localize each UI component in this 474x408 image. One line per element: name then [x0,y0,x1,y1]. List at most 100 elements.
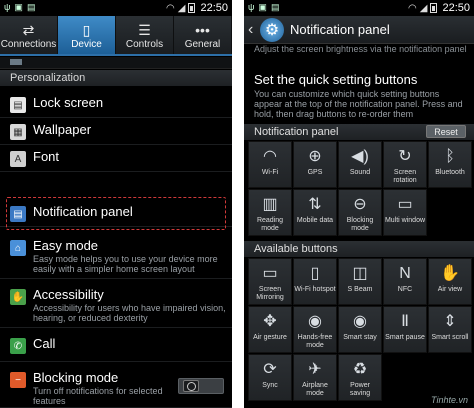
reset-button[interactable]: Reset [426,125,466,138]
quick-button-reading-mode[interactable]: ▥ Reading mode [248,189,292,236]
sync-icon: ⟳ [263,361,277,378]
status-notification-icons: ψ ▣ ▤ [248,2,279,13]
quick-button-label: Mobile data [296,217,334,224]
quick-button-airplane-mode[interactable]: ✈ Airplane mode [293,354,337,401]
quick-button-mobile-data[interactable]: ⇅ Mobile data [293,189,337,236]
gps-icon: ⊕ [308,148,322,165]
available-group-header: Available buttons [244,241,474,257]
image-icon: ▣ [14,2,23,12]
quick-button-nfc[interactable]: N NFC [383,258,427,305]
quick-button-label: Sound [349,169,371,176]
connections-icon: ⇄ [22,21,35,38]
signal-icon: ◢ [419,2,428,14]
settings-item-easy-mode[interactable]: ⌂ Easy mode Easy mode helps you to use you… [0,234,232,279]
quick-button-air-gesture[interactable]: ✥ Air gesture [248,306,292,353]
status-time: 22:50 [442,2,470,14]
quick-button-smart-pause[interactable]: Ⅱ Smart pause [383,306,427,353]
usb-icon: ψ [248,2,255,12]
tab-device[interactable]: ▯ Device [58,16,116,54]
quick-button-wi-fi-hotspot[interactable]: ▯ Wi-Fi hotspot [293,258,337,305]
settings-item-call[interactable]: ✆ Call [0,332,232,362]
brightness-setting-fragment: Adjust the screen brightness via the not… [254,44,467,54]
settings-item-wallpaper[interactable]: ▦ Wallpaper [0,118,232,145]
smart-scroll-icon: ⇕ [443,313,457,330]
quick-button-sound[interactable]: ◀) Sound [338,141,382,188]
quick-button-label: GPS [307,169,323,176]
quick-button-label: Reading mode [256,217,284,232]
quick-button-hands-free-mode[interactable]: ◉ Hands-free mode [293,306,337,353]
quick-button-air-view[interactable]: ✋ Air view [428,258,472,305]
quick-button-label: Power saving [349,382,371,397]
back-chevron-icon[interactable]: ‹ [248,21,258,39]
blocking-mode-icon: − [10,372,26,388]
airplane-mode-icon: ✈ [308,361,322,378]
settings-item-label: Wallpaper [33,122,92,137]
battery-icon [188,3,196,13]
s-beam-icon: ◫ [352,265,368,282]
quick-button-label: Airplane mode [302,382,328,397]
quick-button-label: Air gesture [253,334,287,341]
quick-button-gps[interactable]: ⊕ GPS [293,141,337,188]
quick-button-label: Smart stay [343,334,377,341]
settings-item-description: Turn off notifications for selected feat… [33,386,163,406]
quick-button-label: Wi-Fi hotspot [294,286,336,293]
sd-icon: ▤ [270,2,280,12]
wifi-icon: ◠ [408,2,417,14]
general-icon: ••• [195,21,210,38]
tab-connections[interactable]: ⇄ Connections [0,16,58,54]
quick-button-smart-scroll[interactable]: ⇕ Smart scroll [428,306,472,353]
screen-rotation-icon: ↻ [398,148,412,165]
wallpaper-icon: ▦ [10,124,26,140]
quick-button-label: Blocking mode [346,217,374,232]
quick-button-label: NFC [397,286,413,293]
sound-icon: ◀) [351,148,369,165]
screen-mirroring-icon: ▭ [262,265,278,282]
accessibility-icon: ✋ [10,289,26,305]
quick-button-wi-fi[interactable]: ◠ Wi-Fi [248,141,292,188]
highlight-frame [6,197,226,230]
quick-button-sync[interactable]: ⟳ Sync [248,354,292,401]
quick-button-screen-mirroring[interactable]: ▭ Screen Mirroring [248,258,292,305]
status-bar: ψ ▣ ▤ ◠ ◢ 22:50 [0,0,232,16]
tab-label: Controls [125,38,164,50]
panel-group-title: Notification panel [254,126,339,138]
quick-button-blocking-mode[interactable]: ⊖ Blocking mode [338,189,382,236]
quick-button-label: Hands-free mode [297,334,333,349]
font-icon: A [10,151,26,167]
quick-button-label: Air view [437,286,463,293]
quick-button-s-beam[interactable]: ◫ S Beam [338,258,382,305]
settings-item-font[interactable]: A Font [0,145,232,172]
quick-button-bluetooth[interactable]: ᛒ Bluetooth [428,141,472,188]
settings-item-label: Blocking mode [33,370,119,385]
quick-setting-title: Set the quick setting buttons [254,72,418,87]
quick-button-screen-rotation[interactable]: ↻ Screen rotation [383,141,427,188]
quick-button-smart-stay[interactable]: ◉ Smart stay [338,306,382,353]
wifi-icon: ◠ [166,2,175,14]
blocking-mode-icon: ⊖ [353,196,367,213]
quick-button-multi-window[interactable]: ▭ Multi window [383,189,427,236]
settings-item-lock-screen[interactable]: ▤ Lock screen [0,91,232,118]
mobile-data-icon: ⇅ [308,196,322,213]
tab-label: General [184,38,221,50]
settings-item-accessibility[interactable]: ✋ Accessibility Accessibility for users wh… [0,283,232,328]
tab-general[interactable]: ••• General [174,16,232,54]
power-saving-icon: ♻ [352,361,368,378]
settings-item-label: Call [33,336,56,351]
quick-button-label: Screen rotation [393,169,417,184]
quick-button-label: S Beam [347,286,373,293]
settings-item-label: Easy mode [33,238,99,253]
settings-item-label: Accessibility [33,287,104,302]
wi-fi-icon: ◠ [263,148,277,165]
image-icon: ▣ [258,2,267,12]
air-view-icon: ✋ [440,265,460,282]
quick-button-power-saving[interactable]: ♻ Power saving [338,354,382,401]
call-icon: ✆ [10,338,26,354]
notification-panel-header: ‹ ⚙ Notification panel [244,16,474,44]
blocking-mode-toggle[interactable] [178,378,224,394]
sd-icon: ▤ [26,2,36,12]
quick-button-label: Multi window [384,217,426,224]
tab-controls[interactable]: ☰ Controls [116,16,174,54]
quick-setting-section[interactable]: Set the quick setting buttons You can cu… [254,72,468,119]
quick-button-label: Smart scroll [431,334,469,341]
panel-group-header: Notification panel Reset [244,124,474,140]
